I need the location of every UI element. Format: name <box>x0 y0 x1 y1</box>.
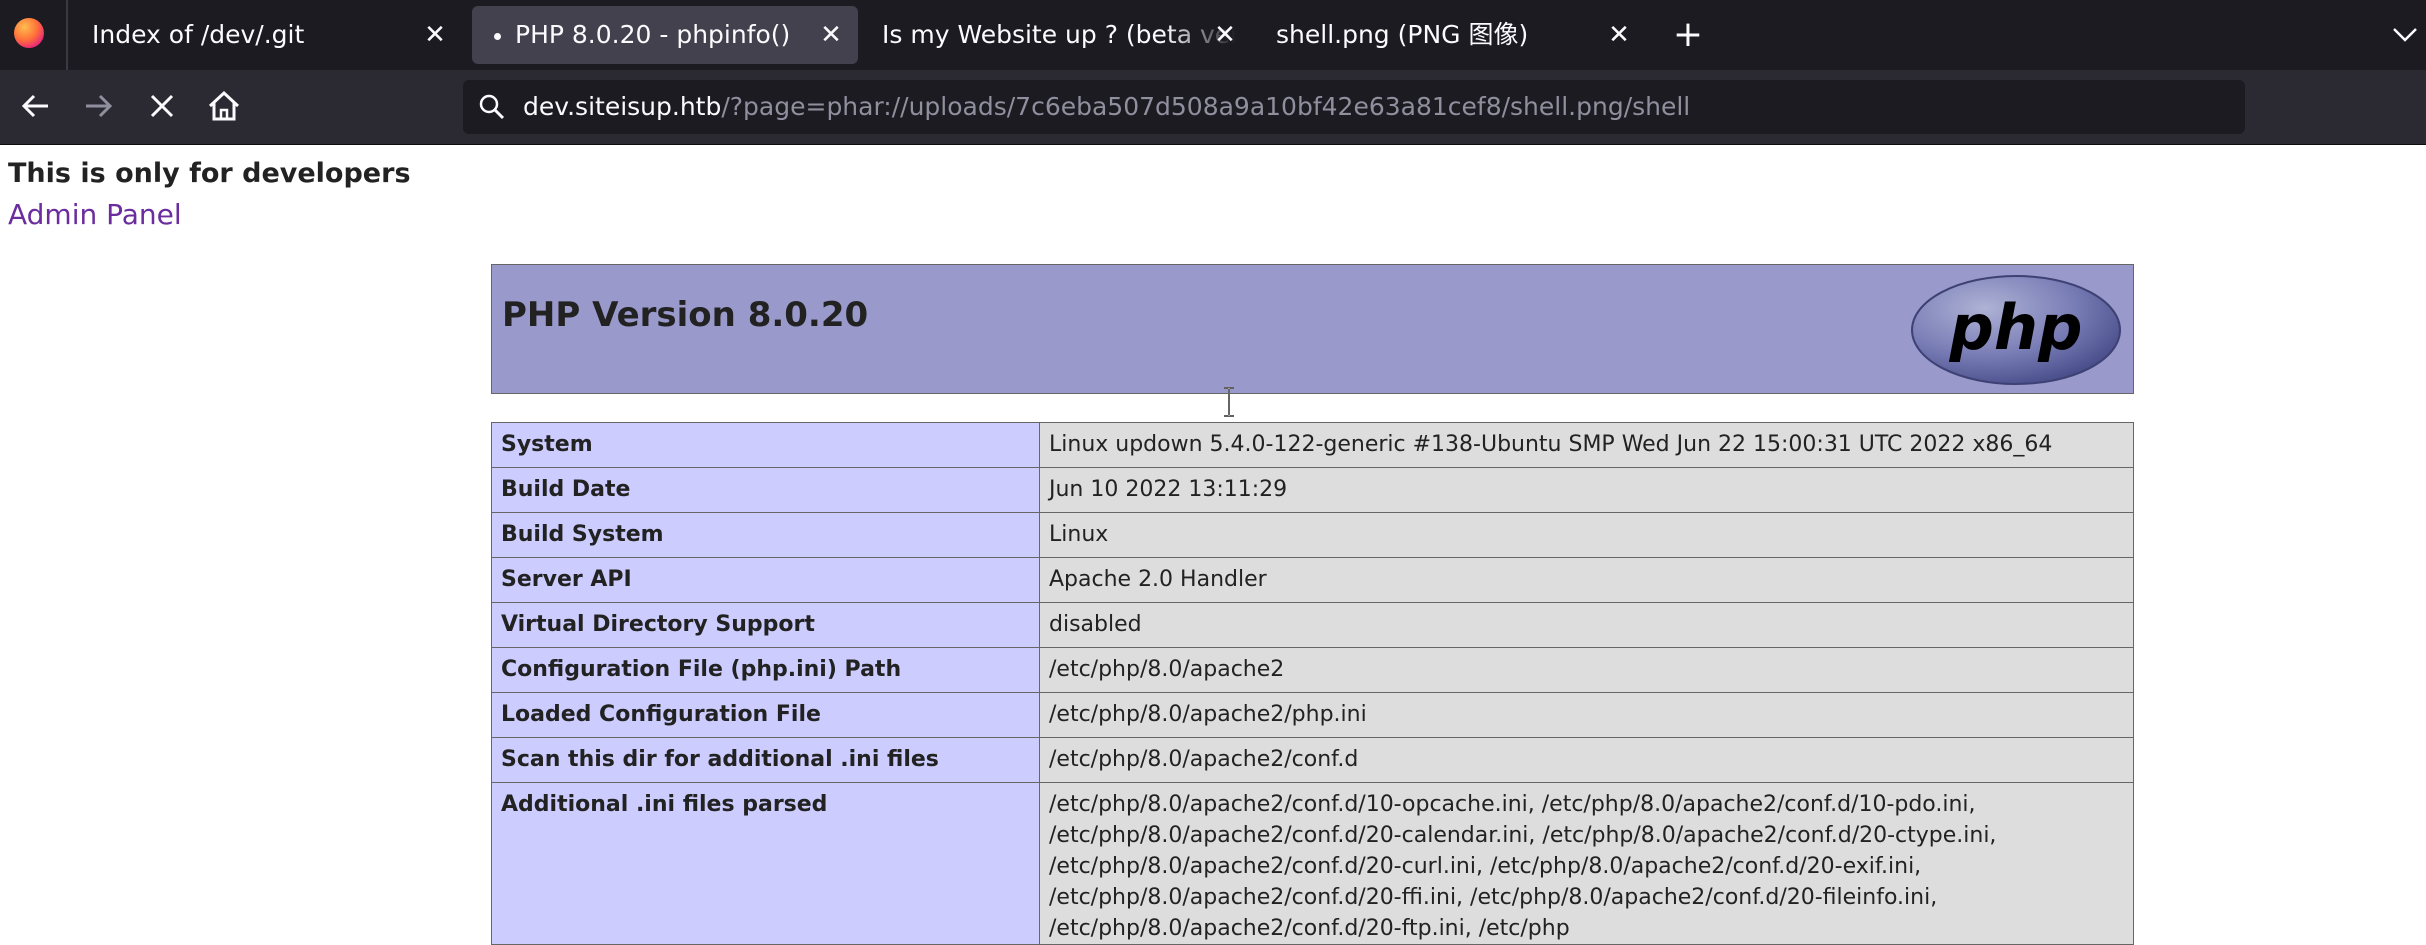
info-label: Configuration File (php.ini) Path <box>491 647 1040 693</box>
php-version-title: PHP Version 8.0.20 <box>502 295 869 335</box>
table-row: Configuration File (php.ini) Path /etc/p… <box>491 647 2134 693</box>
arrow-right-icon[interactable] <box>72 80 124 132</box>
tab-title: PHP 8.0.20 - phpinfo() <box>515 20 791 49</box>
table-row: Loaded Configuration File /etc/php/8.0/a… <box>491 692 2134 738</box>
info-value: Jun 10 2022 13:11:29 <box>1039 467 2134 513</box>
table-row: Build Date Jun 10 2022 13:11:29 <box>491 467 2134 513</box>
tab-bar: Index of /dev/.git ✕ PHP 8.0.20 - phpinf… <box>0 0 2426 70</box>
url-path: /?page=phar://uploads/7c6eba507d508a9a10… <box>721 92 1691 121</box>
tab-title: Index of /dev/.git <box>92 20 305 49</box>
php-logo-text: php <box>1949 291 2083 364</box>
close-icon[interactable] <box>136 80 188 132</box>
chevron-down-icon[interactable] <box>2390 14 2420 54</box>
info-label: Loaded Configuration File <box>491 692 1040 738</box>
new-tab-button[interactable]: + <box>1668 10 1708 60</box>
info-label: Build Date <box>491 467 1040 513</box>
info-value: /etc/php/8.0/apache2/php.ini <box>1039 692 2134 738</box>
info-label: System <box>491 422 1040 468</box>
table-row: Scan this dir for additional .ini files … <box>491 737 2134 783</box>
text-cursor-icon <box>1224 387 1234 417</box>
loading-dot-icon <box>494 32 501 40</box>
table-row: System Linux updown 5.4.0-122-generic #1… <box>491 422 2134 468</box>
url-text[interactable]: dev.siteisup.htb/?page=phar://uploads/7c… <box>523 80 1690 134</box>
table-row: Additional .ini files parsed /etc/php/8.… <box>491 782 2134 945</box>
php-version-header: PHP Version 8.0.20 php <box>491 264 2134 394</box>
info-label: Scan this dir for additional .ini files <box>491 737 1040 783</box>
tab-phpinfo[interactable]: PHP 8.0.20 - phpinfo() ✕ <box>472 6 858 64</box>
tab-shell-png[interactable]: shell.png (PNG 图像) ✕ <box>1254 6 1646 64</box>
tab-title: shell.png (PNG 图像) <box>1276 20 1529 49</box>
home-icon[interactable] <box>198 80 250 132</box>
admin-panel-link[interactable]: Admin Panel <box>8 198 182 231</box>
info-value: disabled <box>1039 602 2134 648</box>
info-label: Server API <box>491 557 1040 603</box>
arrow-left-icon[interactable] <box>10 80 62 132</box>
tab-website-up[interactable]: Is my Website up ? (beta version) ✕ <box>860 6 1240 64</box>
url-host: dev.siteisup.htb <box>523 92 722 121</box>
close-icon[interactable]: ✕ <box>1604 6 1634 64</box>
tab-title: Is my Website up ? (beta version) <box>882 20 1236 49</box>
info-value: Linux <box>1039 512 2134 558</box>
firefox-logo-icon[interactable] <box>14 18 44 48</box>
page-title: This is only for developers <box>8 158 411 189</box>
search-icon <box>479 94 505 120</box>
info-label: Virtual Directory Support <box>491 602 1040 648</box>
info-value: Apache 2.0 Handler <box>1039 557 2134 603</box>
info-value: /etc/php/8.0/apache2 <box>1039 647 2134 693</box>
close-icon[interactable]: ✕ <box>420 6 450 64</box>
url-bar[interactable]: dev.siteisup.htb/?page=phar://uploads/7c… <box>463 80 2245 134</box>
info-value: /etc/php/8.0/apache2/conf.d <box>1039 737 2134 783</box>
navigation-toolbar: dev.siteisup.htb/?page=phar://uploads/7c… <box>0 70 2426 145</box>
php-logo[interactable]: php <box>1909 273 2123 387</box>
info-label: Build System <box>491 512 1040 558</box>
php-info-table: System Linux updown 5.4.0-122-generic #1… <box>491 422 2134 945</box>
close-icon[interactable]: ✕ <box>1210 6 1240 64</box>
tab-git-index[interactable]: Index of /dev/.git ✕ <box>70 6 462 64</box>
table-row: Virtual Directory Support disabled <box>491 602 2134 648</box>
tab-separator <box>66 0 68 70</box>
info-value: /etc/php/8.0/apache2/conf.d/10-opcache.i… <box>1039 782 2134 945</box>
close-icon[interactable]: ✕ <box>816 6 846 64</box>
info-label: Additional .ini files parsed <box>491 782 1040 945</box>
table-row: Server API Apache 2.0 Handler <box>491 557 2134 603</box>
info-value: Linux updown 5.4.0-122-generic #138-Ubun… <box>1039 422 2134 468</box>
table-row: Build System Linux <box>491 512 2134 558</box>
